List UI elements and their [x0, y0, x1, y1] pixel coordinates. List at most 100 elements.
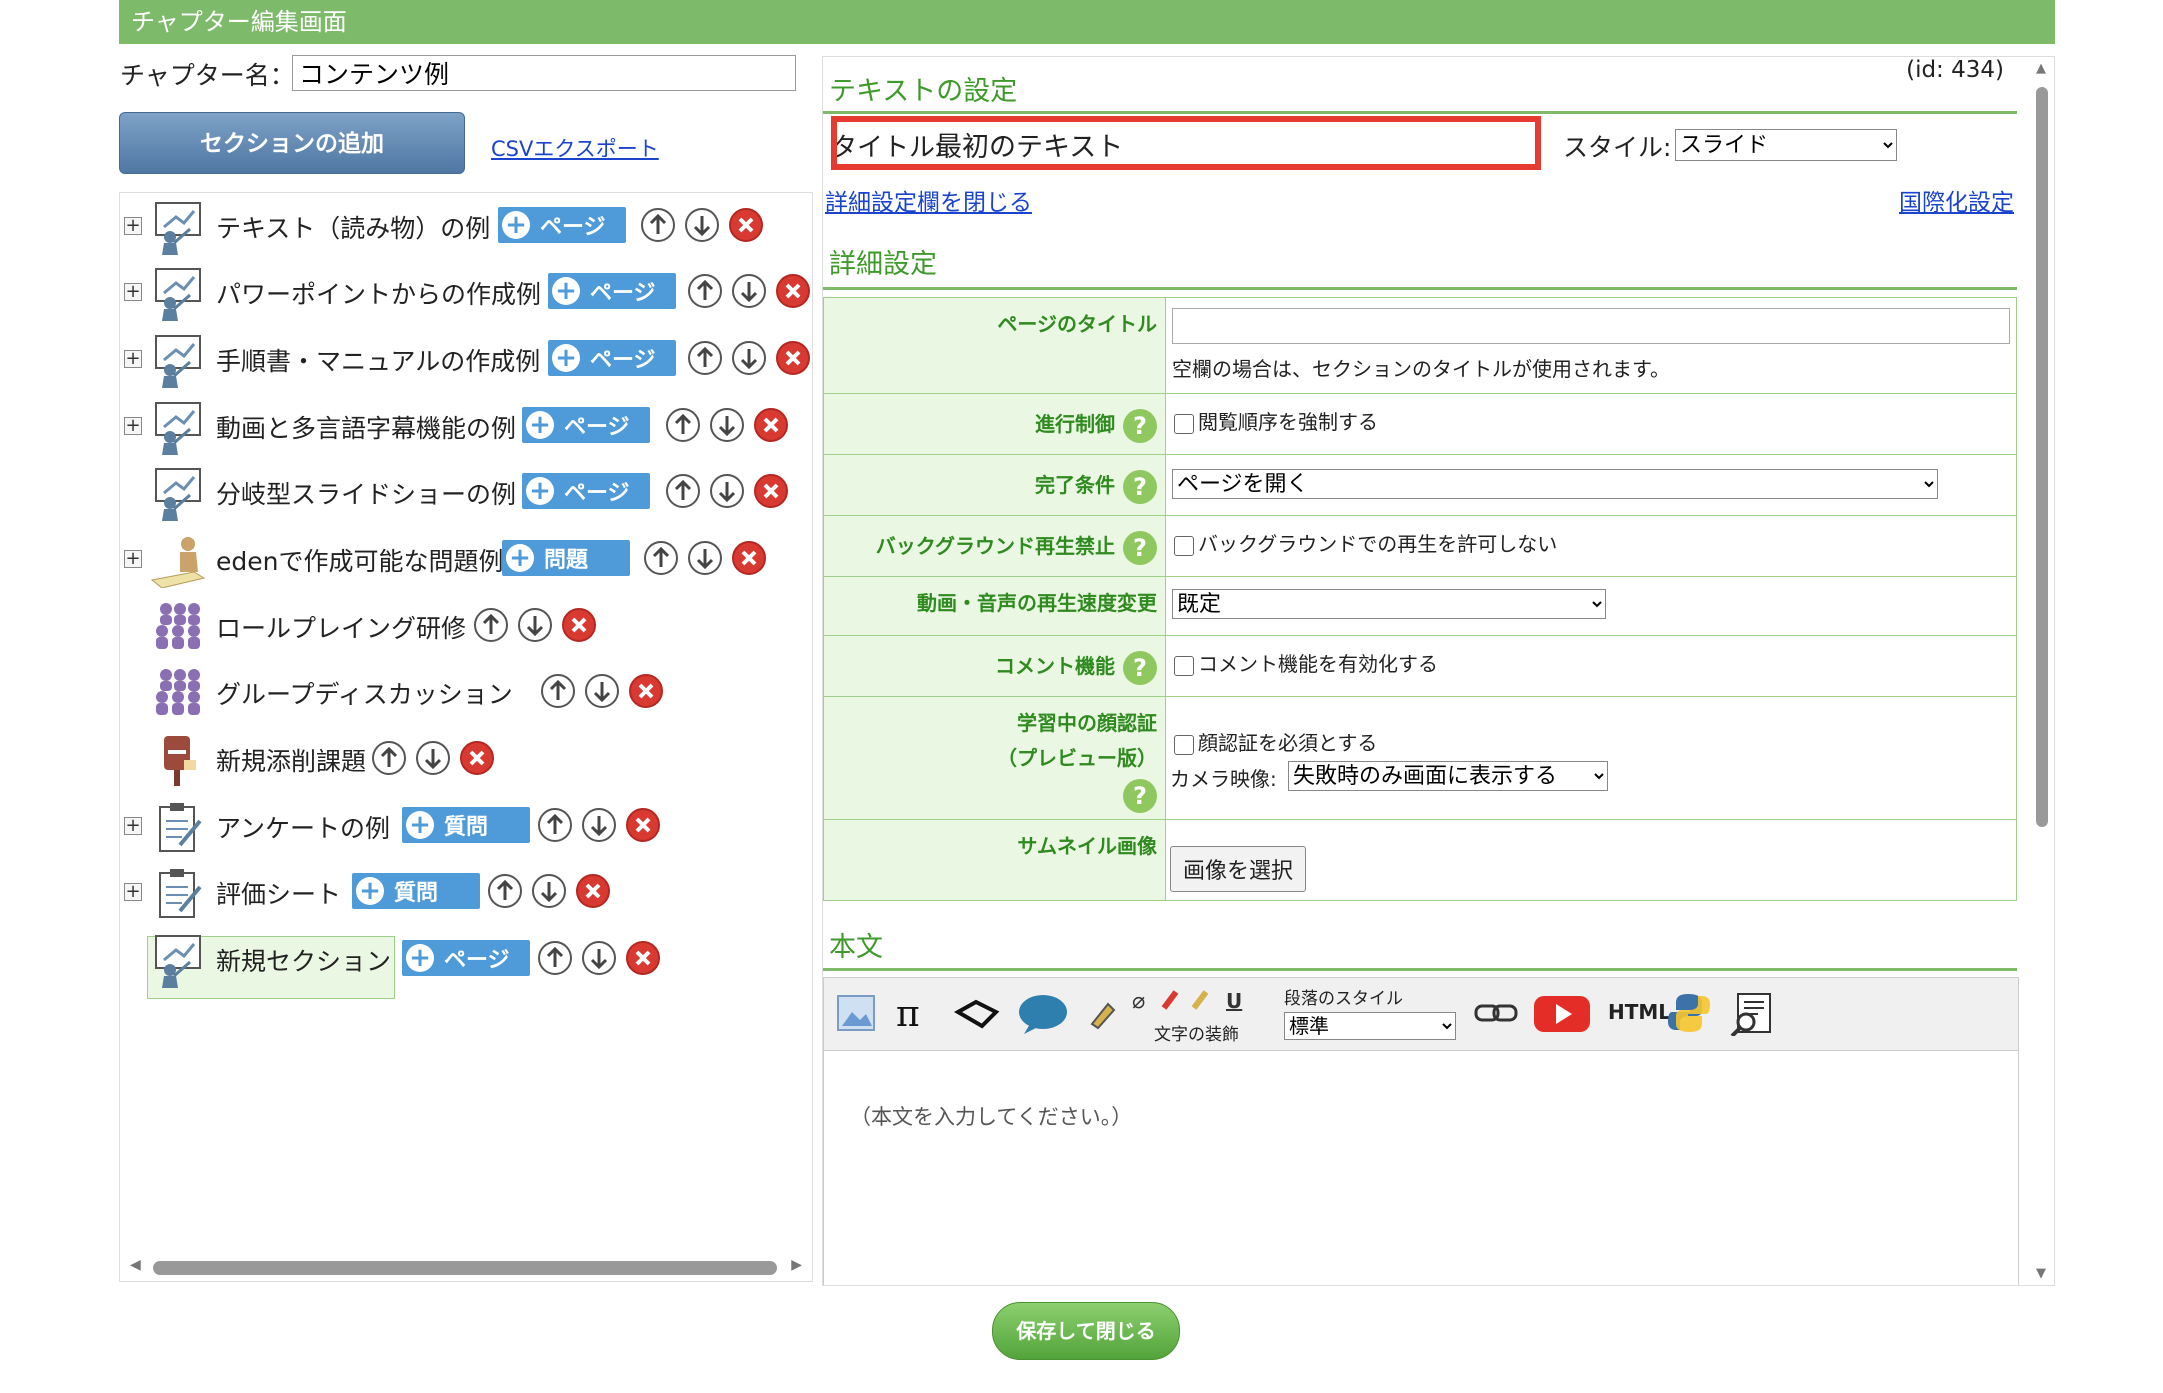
python-icon[interactable]	[1666, 990, 1712, 1036]
expand-toggle[interactable]: +	[124, 217, 142, 235]
expand-toggle[interactable]: +	[124, 417, 142, 435]
help-icon[interactable]: ?	[1123, 530, 1157, 565]
delete-icon[interactable]	[729, 208, 763, 242]
section-label[interactable]: 新規セクション	[216, 942, 391, 978]
speech-bubble-icon[interactable]	[1016, 990, 1070, 1036]
camera-select[interactable]: 失敗時のみ画面に表示する	[1288, 761, 1608, 791]
paragraph-style-select[interactable]: 標準	[1284, 1012, 1456, 1040]
delete-icon[interactable]	[460, 741, 494, 775]
section-label[interactable]: 分岐型スライドショーの例	[216, 475, 516, 511]
progress-checkbox[interactable]	[1174, 413, 1194, 434]
add-item-button[interactable]: + ページ	[522, 473, 650, 509]
cleanup-brush-icon[interactable]	[1082, 990, 1122, 1036]
csv-export-link[interactable]: CSVエクスポート	[491, 133, 659, 163]
move-down-icon[interactable]	[416, 741, 450, 775]
body-editor[interactable]: （本文を入力してください。）	[823, 1051, 2019, 1285]
vertical-scrollbar[interactable]: ▲ ▼	[2030, 57, 2054, 1285]
move-up-icon[interactable]	[688, 341, 722, 375]
link-icon[interactable]	[1472, 990, 1522, 1036]
move-down-icon[interactable]	[518, 608, 552, 642]
move-up-icon[interactable]	[644, 541, 678, 575]
image-icon[interactable]	[834, 990, 878, 1036]
add-item-button[interactable]: + 質問	[402, 807, 530, 843]
delete-icon[interactable]	[776, 274, 810, 308]
section-label[interactable]: テキスト（読み物）の例	[216, 209, 490, 245]
expand-toggle[interactable]: +	[124, 283, 142, 301]
delete-icon[interactable]	[629, 674, 663, 708]
scroll-left-icon[interactable]: ◀	[130, 1257, 141, 1273]
pi-math-icon[interactable]: π	[892, 990, 936, 1036]
move-up-icon[interactable]	[474, 608, 508, 642]
move-up-icon[interactable]	[641, 208, 675, 242]
completion-select[interactable]: ページを開く	[1172, 469, 1938, 499]
section-label[interactable]: 手順書・マニュアルの作成例	[216, 342, 540, 378]
horizontal-scroll-thumb[interactable]	[153, 1261, 777, 1275]
delete-icon[interactable]	[776, 341, 810, 375]
delete-icon[interactable]	[754, 408, 788, 442]
shape-icon[interactable]	[952, 990, 1002, 1036]
help-icon[interactable]: ?	[1123, 650, 1157, 685]
move-down-icon[interactable]	[732, 274, 766, 308]
expand-toggle[interactable]: +	[124, 883, 142, 901]
delete-icon[interactable]	[576, 874, 610, 908]
expand-toggle[interactable]: +	[124, 817, 142, 835]
expand-toggle[interactable]: +	[124, 550, 142, 568]
move-down-icon[interactable]	[685, 208, 719, 242]
move-down-icon[interactable]	[710, 408, 744, 442]
close-details-link[interactable]: 詳細設定欄を閉じる	[825, 183, 1032, 217]
speed-select[interactable]: 既定	[1172, 589, 1606, 619]
chapter-name-input[interactable]	[292, 55, 796, 91]
comment-checkbox[interactable]	[1174, 655, 1194, 676]
add-item-button[interactable]: + ページ	[498, 207, 626, 243]
page-title-input[interactable]	[1172, 308, 2010, 344]
scroll-up-icon[interactable]: ▲	[2036, 61, 2046, 76]
style-select[interactable]: スライド	[1675, 129, 1897, 161]
save-and-close-button[interactable]: 保存して閉じる	[992, 1302, 1180, 1360]
delete-icon[interactable]	[626, 808, 660, 842]
move-up-icon[interactable]	[488, 874, 522, 908]
move-up-icon[interactable]	[538, 808, 572, 842]
section-label[interactable]: 動画と多言語字幕機能の例	[216, 409, 516, 445]
move-up-icon[interactable]	[538, 941, 572, 975]
expand-toggle[interactable]: +	[124, 350, 142, 368]
select-image-button[interactable]: 画像を選択	[1170, 846, 1307, 892]
move-down-icon[interactable]	[582, 808, 616, 842]
scroll-right-icon[interactable]: ▶	[791, 1257, 802, 1273]
section-label[interactable]: 評価シート	[216, 875, 341, 911]
help-icon[interactable]: ?	[1123, 779, 1157, 813]
move-down-icon[interactable]	[582, 941, 616, 975]
help-icon[interactable]: ?	[1123, 408, 1157, 443]
section-label[interactable]: edenで作成可能な問題例	[216, 542, 503, 578]
add-item-button[interactable]: + ページ	[548, 273, 676, 309]
delete-icon[interactable]	[626, 941, 660, 975]
help-icon[interactable]: ?	[1123, 469, 1157, 504]
add-item-button[interactable]: + 問題	[502, 540, 630, 576]
add-item-button[interactable]: + ページ	[402, 940, 530, 976]
horizontal-scrollbar[interactable]: ◀ ▶	[120, 1251, 812, 1281]
add-item-button[interactable]: + ページ	[522, 407, 650, 443]
section-label[interactable]: グループディスカッション	[216, 675, 513, 711]
section-label[interactable]: パワーポイントからの作成例	[216, 275, 541, 311]
add-section-button[interactable]: セクションの追加	[119, 112, 465, 174]
move-up-icon[interactable]	[372, 741, 406, 775]
move-down-icon[interactable]	[710, 474, 744, 508]
add-item-button[interactable]: + 質問	[352, 873, 480, 909]
move-up-icon[interactable]	[666, 408, 700, 442]
vertical-scroll-thumb[interactable]	[2036, 87, 2048, 827]
move-down-icon[interactable]	[532, 874, 566, 908]
face-auth-checkbox[interactable]	[1174, 734, 1194, 755]
move-down-icon[interactable]	[732, 341, 766, 375]
move-down-icon[interactable]	[688, 541, 722, 575]
section-label[interactable]: ロールプレイング研修	[216, 609, 466, 645]
section-label[interactable]: アンケートの例	[216, 809, 390, 845]
move-down-icon[interactable]	[585, 674, 619, 708]
move-up-icon[interactable]	[688, 274, 722, 308]
html-icon[interactable]: HTML	[1608, 1000, 1671, 1024]
scroll-down-icon[interactable]: ▼	[2036, 1266, 2046, 1281]
delete-icon[interactable]	[754, 474, 788, 508]
add-item-button[interactable]: + ページ	[548, 340, 676, 376]
youtube-icon[interactable]	[1532, 990, 1592, 1036]
preview-search-icon[interactable]	[1728, 990, 1778, 1036]
delete-icon[interactable]	[562, 608, 596, 642]
section-label[interactable]: 新規添削課題	[216, 742, 366, 778]
